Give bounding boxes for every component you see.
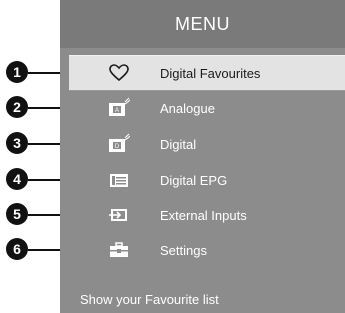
svg-text:D: D bbox=[115, 144, 120, 150]
callout-6: 6 bbox=[6, 238, 28, 260]
callout-3: 3 bbox=[6, 132, 28, 154]
menu-item-settings[interactable]: Settings bbox=[60, 233, 345, 267]
epg-guide-icon bbox=[110, 174, 128, 187]
heart-icon bbox=[109, 64, 129, 82]
menu-item-digital-favourites[interactable]: Digital Favourites bbox=[69, 55, 345, 91]
settings-toolbox-icon bbox=[110, 242, 128, 257]
menu-item-label: External Inputs bbox=[160, 208, 247, 223]
menu-item-label: Digital EPG bbox=[160, 173, 228, 188]
callout-2: 2 bbox=[6, 96, 28, 118]
callout-5: 5 bbox=[6, 203, 28, 225]
menu-item-external-inputs[interactable]: External Inputs bbox=[60, 198, 345, 232]
menu-title: MENU bbox=[60, 0, 345, 48]
menu-item-label: Analogue bbox=[160, 101, 215, 116]
digital-tv-icon: D bbox=[109, 133, 130, 152]
menu-item-label: Settings bbox=[160, 243, 207, 258]
menu-item-digital[interactable]: D Digital bbox=[60, 127, 345, 161]
help-text: Show your Favourite list bbox=[80, 292, 219, 307]
menu-item-analogue[interactable]: A Analogue bbox=[60, 91, 345, 125]
analogue-tv-icon: A bbox=[109, 97, 130, 116]
menu-item-label: Digital bbox=[160, 137, 197, 152]
menu-item-label: Digital Favourites bbox=[160, 66, 261, 81]
callout-4: 4 bbox=[6, 168, 28, 190]
menu-item-digital-epg[interactable]: Digital EPG bbox=[60, 163, 345, 197]
callout-1: 1 bbox=[6, 61, 28, 83]
svg-text:A: A bbox=[115, 108, 119, 114]
external-input-icon bbox=[109, 209, 127, 221]
menu-panel: MENU Digital Favourites A Analogue D Dig… bbox=[60, 0, 345, 313]
